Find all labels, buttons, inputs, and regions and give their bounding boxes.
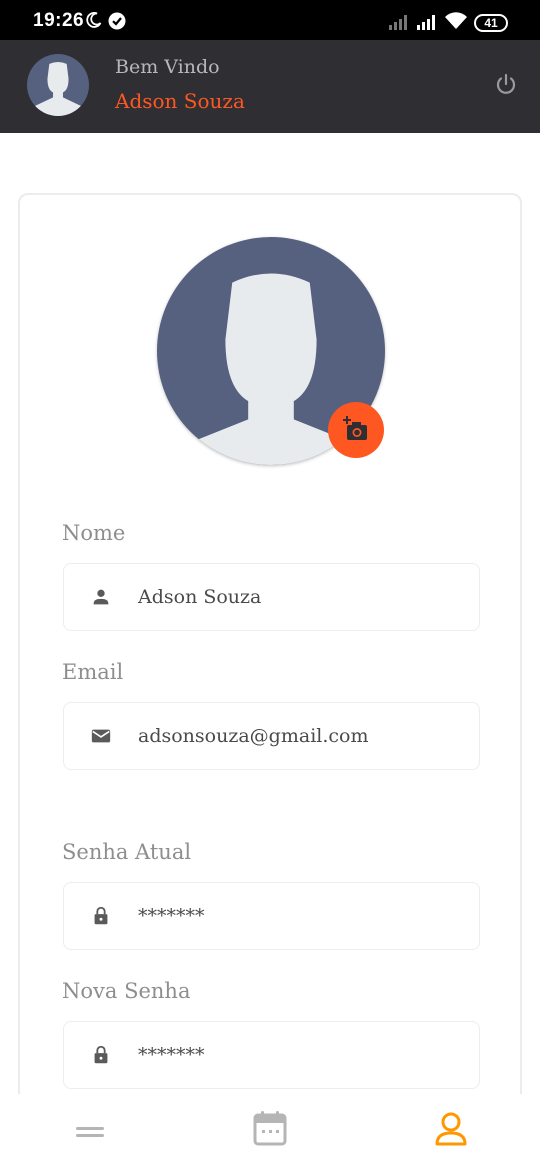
person-icon [93, 589, 109, 605]
person-silhouette-icon [27, 62, 89, 116]
current-password-field[interactable]: ******* [63, 882, 480, 950]
signal-icon [389, 15, 407, 30]
profile-card: Nome Adson Souza Email adsonsouza@gmail.… [18, 193, 522, 1170]
check-circle-icon [108, 12, 126, 30]
signal-icon [417, 15, 435, 30]
battery-icon: 41 [474, 14, 508, 32]
current-password-label: Senha Atual [62, 840, 192, 864]
new-password-field[interactable]: ******* [63, 1021, 480, 1089]
new-password-label: Nova Senha [62, 979, 191, 1003]
name-value: Adson Souza [138, 586, 262, 608]
bottom-nav [0, 1094, 540, 1170]
menu-icon[interactable] [75, 1120, 105, 1144]
moon-icon [86, 12, 102, 28]
power-icon[interactable] [494, 73, 518, 97]
lock-icon [94, 906, 108, 925]
calendar-icon[interactable] [253, 1110, 287, 1146]
header-user-name: Adson Souza [115, 89, 245, 113]
profile-icon[interactable] [434, 1111, 468, 1147]
add-camera-icon [343, 416, 367, 440]
change-photo-button[interactable] [328, 402, 384, 458]
email-field[interactable]: adsonsouza@gmail.com [63, 702, 480, 770]
app-header: Bem Vindo Adson Souza [0, 40, 540, 133]
status-time: 19:26 [33, 10, 85, 31]
welcome-text: Bem Vindo [115, 56, 220, 78]
name-field[interactable]: Adson Souza [63, 563, 480, 631]
email-label: Email [62, 660, 124, 684]
wifi-icon [445, 12, 467, 29]
status-bar: 19:26 41 [0, 0, 540, 40]
new-password-value: ******* [138, 1044, 205, 1066]
avatar[interactable] [27, 54, 89, 116]
current-password-value: ******* [138, 905, 205, 927]
email-icon [91, 729, 111, 743]
name-label: Nome [62, 521, 126, 545]
lock-icon [94, 1045, 108, 1064]
email-value: adsonsouza@gmail.com [138, 725, 369, 747]
